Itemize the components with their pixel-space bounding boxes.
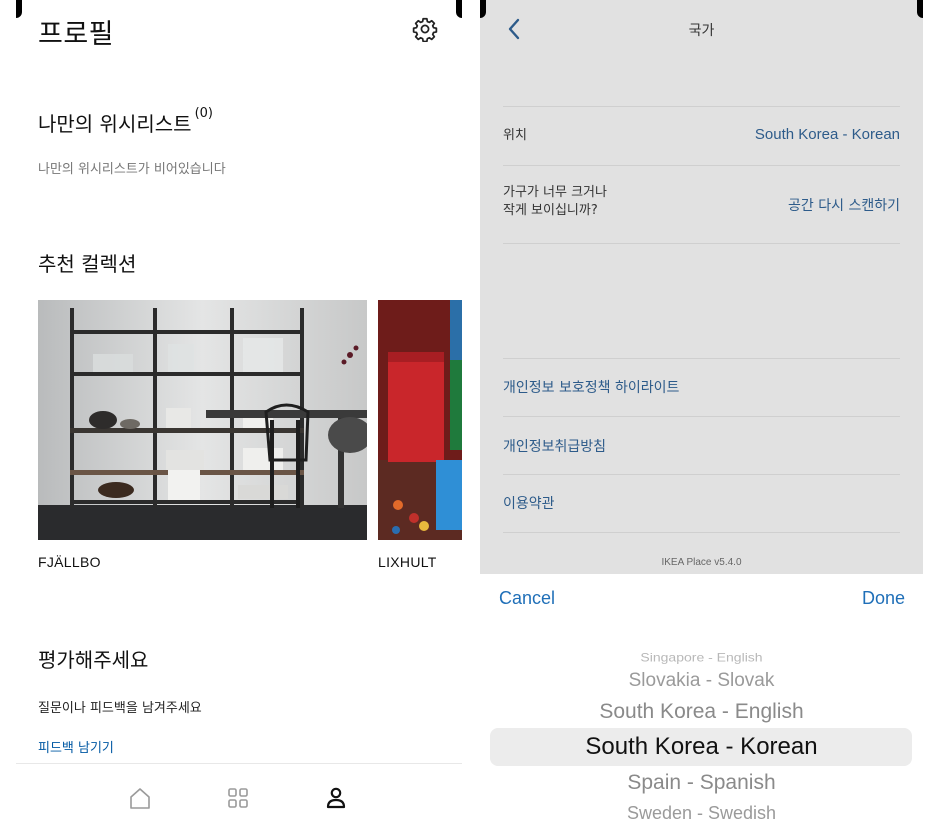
wishlist-empty-text: 나만의 위시리스트가 비어있습니다 [38, 162, 226, 177]
feedback-link[interactable]: 피드백 남기기 [38, 737, 114, 756]
scale-label-line: 작게 보이십니까? [503, 203, 598, 218]
gear-icon[interactable] [412, 16, 438, 42]
terms-link[interactable]: 이용약관 [503, 493, 555, 513]
country-picker[interactable]: Singapore - English Slovakia - Slovak So… [480, 624, 923, 832]
recommended-heading: 추천 컬렉션 [38, 252, 137, 276]
divider [503, 165, 900, 166]
picker-option[interactable]: Slovakia - Slovak [480, 670, 923, 692]
country-screen: 국가 위치 South Korea - Korean 가구가 너무 크거나 작게… [480, 0, 923, 832]
screen-corner [456, 0, 462, 18]
profile-screen: 프로필 나만의 위시리스트 (0) 나만의 위시리스트가 비어있습니다 추천 컬렉… [16, 0, 462, 832]
screen-corner [16, 0, 22, 18]
privacy-policy-link[interactable]: 개인정보취급방침 [503, 436, 606, 456]
divider [503, 474, 900, 475]
collection-name[interactable]: FJÄLLBO [38, 554, 101, 570]
picker-option[interactable]: Sweden - Swedish [480, 803, 923, 824]
divider [503, 532, 900, 533]
picker-option[interactable]: Singapore - English [480, 650, 923, 664]
divider [503, 358, 900, 359]
picker-toolbar: Cancel Done [480, 574, 923, 624]
tab-bar [16, 763, 462, 832]
dimmed-background [480, 0, 923, 574]
collection-card-image[interactable] [38, 300, 367, 540]
cancel-button[interactable]: Cancel [499, 588, 555, 609]
done-button[interactable]: Done [862, 588, 905, 609]
divider [503, 106, 900, 107]
nav-title: 국가 [688, 23, 715, 39]
rescan-space-link[interactable]: 공간 다시 스캔하기 [788, 195, 900, 215]
picker-option-selected[interactable]: South Korea - Korean [480, 733, 923, 761]
screen-corner [917, 0, 923, 18]
home-icon[interactable] [126, 784, 154, 812]
cabinet-photo [378, 300, 462, 540]
scale-label: 가구가 너무 크거나 작게 보이십니까? [503, 184, 607, 220]
picker-option[interactable]: South Korea - English [480, 700, 923, 724]
person-icon[interactable] [322, 784, 350, 812]
location-value[interactable]: South Korea - Korean [755, 126, 900, 143]
wishlist-title: 나만의 위시리스트 [38, 112, 192, 136]
app-version: IKEA Place v5.4.0 [661, 557, 742, 568]
divider [503, 416, 900, 417]
grid-icon[interactable] [224, 784, 252, 812]
shelf-photo [38, 300, 367, 540]
wishlist-heading: 나만의 위시리스트 (0) [38, 106, 213, 137]
rate-heading: 평가해주세요 [38, 648, 149, 672]
page-title: 프로필 [38, 19, 115, 50]
rate-description: 질문이나 피드백을 남겨주세요 [38, 701, 202, 716]
collection-card-image[interactable] [378, 300, 462, 540]
privacy-highlights-link[interactable]: 개인정보 보호정책 하이라이트 [503, 377, 679, 397]
collection-name[interactable]: LIXHULT [378, 554, 437, 570]
location-label: 위치 [503, 128, 527, 143]
picker-option-faded [480, 628, 923, 637]
divider [503, 243, 900, 244]
wishlist-count: (0) [194, 106, 213, 121]
scale-label-line: 가구가 너무 크거나 [503, 185, 607, 200]
picker-option[interactable]: Spain - Spanish [480, 771, 923, 795]
